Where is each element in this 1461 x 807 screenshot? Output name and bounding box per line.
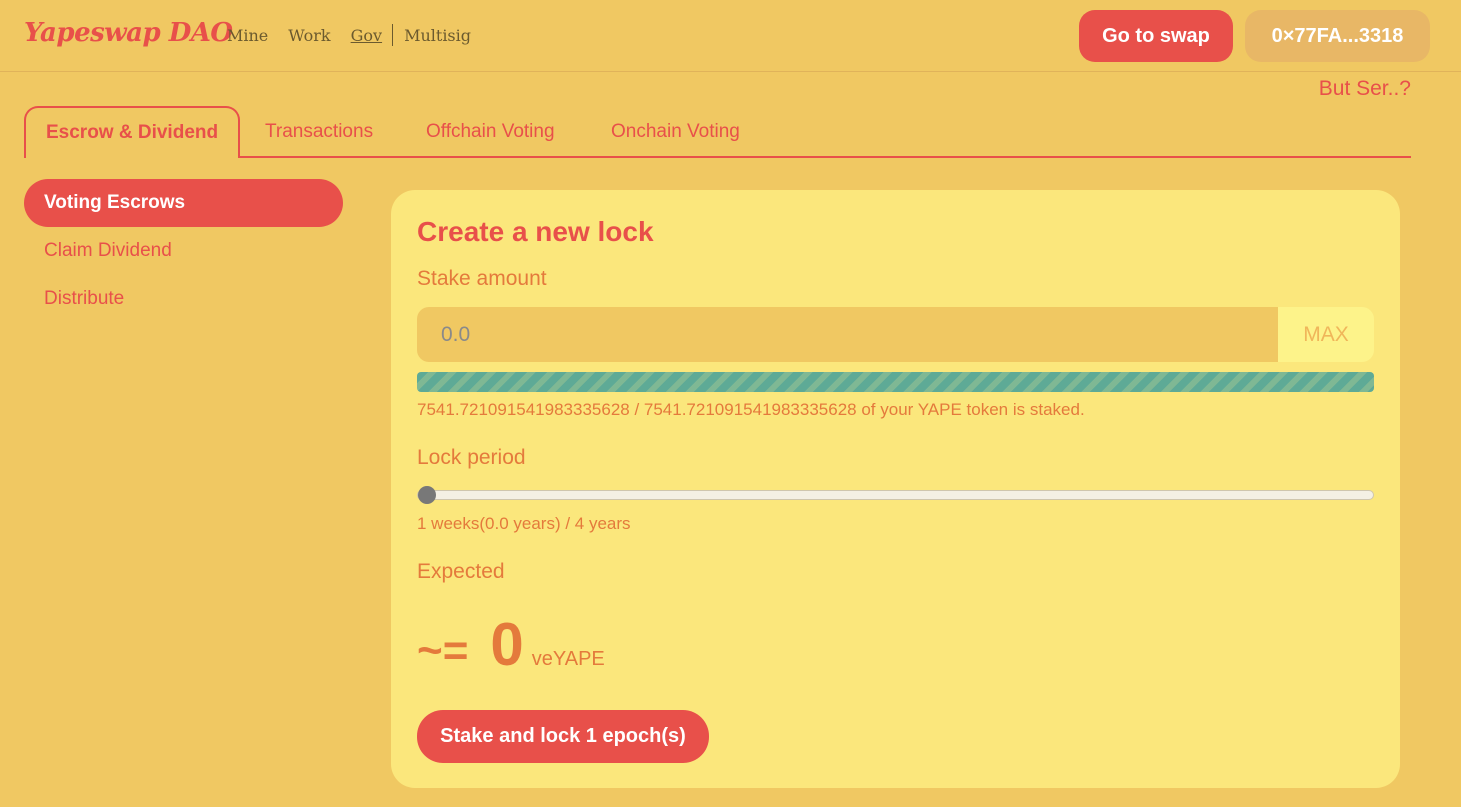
stake-amount-label: Stake amount: [417, 267, 547, 290]
logo[interactable]: Yapeswap DAO: [24, 18, 233, 48]
sidebar-item-distribute[interactable]: Distribute: [24, 275, 343, 323]
nav-divider: [392, 24, 394, 46]
expected-value: 0: [490, 611, 524, 678]
tab-transactions[interactable]: Transactions: [265, 106, 373, 158]
create-lock-card: Create a new lock Stake amount MAX 7541.…: [391, 190, 1400, 788]
help-link[interactable]: But Ser..?: [1319, 77, 1411, 101]
approx-symbol: ~=: [417, 626, 469, 675]
stake-amount-input[interactable]: [417, 307, 1278, 362]
main-nav: Mine Work Gov Multisig: [227, 24, 491, 46]
tab-onchain-voting[interactable]: Onchain Voting: [611, 106, 740, 158]
tab-offchain-voting[interactable]: Offchain Voting: [426, 106, 555, 158]
wallet-address-button[interactable]: 0×77FA...3318: [1245, 10, 1430, 62]
sidebar-item-claim-dividend[interactable]: Claim Dividend: [24, 227, 343, 275]
stake-and-lock-button[interactable]: Stake and lock 1 epoch(s): [417, 710, 709, 763]
lock-period-text: 1 weeks(0.0 years) / 4 years: [417, 514, 631, 533]
tab-escrow-dividend[interactable]: Escrow & Dividend: [24, 106, 241, 158]
staked-progress-fill: [417, 372, 1374, 392]
max-button[interactable]: MAX: [1278, 307, 1374, 362]
expected-value-display: ~= 0 veYAPE: [417, 610, 605, 679]
expected-label: Expected: [417, 560, 505, 583]
sidebar-item-voting-escrows[interactable]: Voting Escrows: [24, 179, 343, 227]
staked-status-text: 7541.721091541983335628 / 7541.721091541…: [417, 400, 1085, 419]
go-to-swap-button[interactable]: Go to swap: [1079, 10, 1233, 62]
expected-unit: veYAPE: [531, 648, 605, 670]
nav-work[interactable]: Work: [288, 26, 330, 45]
staked-progress-bar: [417, 372, 1374, 392]
top-bar: Yapeswap DAO Mine Work Gov Multisig Go t…: [0, 0, 1461, 72]
stake-input-row: MAX: [417, 307, 1374, 362]
sidebar: Voting Escrows Claim Dividend Distribute: [24, 179, 343, 323]
tab-bar: Escrow & Dividend Transactions Offchain …: [24, 106, 1411, 158]
nav-multisig[interactable]: Multisig: [404, 26, 471, 45]
nav-gov[interactable]: Gov: [351, 26, 382, 45]
nav-mine[interactable]: Mine: [227, 26, 268, 45]
slider-thumb[interactable]: [418, 486, 436, 504]
lock-period-label: Lock period: [417, 446, 526, 469]
lock-period-slider[interactable]: [417, 486, 1374, 504]
card-title: Create a new lock: [417, 216, 654, 247]
